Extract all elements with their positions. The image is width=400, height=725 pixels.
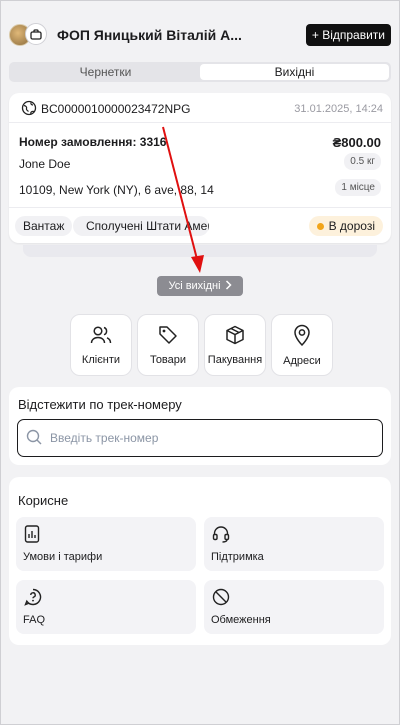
- stacked-card-shadow: [23, 245, 377, 257]
- track-panel: Відстежити по трек-номеру Введіть трек-н…: [9, 387, 391, 465]
- send-button[interactable]: + Відправити: [305, 24, 391, 46]
- country-chip: Сполучені Штати Америки: [73, 216, 209, 236]
- users-icon: [90, 325, 112, 348]
- shipment-card[interactable]: BC0000010000023472NPG 31.01.2025, 14:24 …: [9, 93, 391, 243]
- briefcase-icon[interactable]: [25, 23, 47, 45]
- all-outgoing-label: Усі вихідні: [168, 280, 221, 292]
- useful-item-label: Підтримка: [211, 551, 264, 563]
- shipment-amount: ₴800.00: [332, 135, 381, 150]
- top-header: ФОП Яницький Віталій А... + Відправити: [1, 1, 399, 63]
- places-badge: 1 місце: [335, 179, 381, 196]
- quick-action-label: Пакування: [207, 353, 263, 366]
- shipment-card-footer: Вантаж Сполучені Штати Америки В дорозі: [9, 207, 391, 243]
- quick-action-label: Товари: [149, 353, 187, 366]
- quick-action-packaging[interactable]: Пакування: [204, 314, 266, 376]
- quick-action-label: Адреси: [283, 354, 321, 367]
- useful-item-label: Умови і тарифи: [23, 551, 103, 563]
- tag-icon: [158, 325, 178, 348]
- status-badge: В дорозі: [308, 216, 383, 236]
- recipient-address: 10109, New York (NY), 6 ave, 88, 14: [19, 183, 214, 197]
- cargo-type-chip: Вантаж: [15, 216, 73, 236]
- tracking-number: BC0000010000023472NPG: [41, 102, 191, 116]
- chevron-right-icon: [225, 279, 232, 293]
- shipment-tabs: Чернетки Вихідні: [9, 62, 391, 82]
- track-search-placeholder: Введіть трек-номер: [50, 431, 159, 445]
- useful-item-restrictions[interactable]: Обмеження: [204, 580, 384, 634]
- useful-panel: Корисне Умови і тарифи Підтримка FAQ Обм…: [9, 477, 391, 645]
- quick-action-clients[interactable]: Клієнти: [70, 314, 132, 376]
- question-icon: [24, 588, 42, 609]
- tab-outgoing[interactable]: Вихідні: [200, 64, 389, 80]
- weight-badge: 0.5 кг: [344, 153, 381, 170]
- shipment-card-header: BC0000010000023472NPG 31.01.2025, 14:24: [9, 93, 391, 123]
- useful-item-label: Обмеження: [211, 614, 271, 626]
- map-pin-icon: [293, 324, 311, 349]
- headset-icon: [212, 525, 230, 546]
- box-icon: [225, 325, 245, 348]
- track-search-input[interactable]: Введіть трек-номер: [17, 419, 383, 457]
- tab-drafts[interactable]: Чернетки: [11, 64, 200, 80]
- quick-action-addresses[interactable]: Адреси: [271, 314, 333, 376]
- track-title: Відстежити по трек-номеру: [18, 397, 182, 412]
- recipient-name: Jone Doe: [19, 157, 71, 171]
- useful-item-label: FAQ: [23, 614, 46, 626]
- search-icon: [26, 429, 42, 448]
- document-chart-icon: [24, 525, 40, 546]
- country-name: Сполучені Штати Америки: [86, 219, 209, 233]
- status-dot-icon: [316, 222, 324, 230]
- useful-item-terms[interactable]: Умови і тарифи: [16, 517, 196, 571]
- order-number: Номер замовлення: 3316: [19, 135, 167, 149]
- quick-action-products[interactable]: Товари: [137, 314, 199, 376]
- useful-title: Корисне: [18, 493, 69, 508]
- shipment-datetime: 31.01.2025, 14:24: [294, 103, 383, 115]
- useful-item-faq[interactable]: FAQ: [16, 580, 196, 634]
- useful-item-support[interactable]: Підтримка: [204, 517, 384, 571]
- company-name[interactable]: ФОП Яницький Віталій А...: [57, 27, 257, 43]
- all-outgoing-button[interactable]: Усі вихідні: [157, 276, 243, 296]
- quick-action-label: Клієнти: [81, 353, 121, 366]
- status-text: В дорозі: [328, 219, 375, 233]
- globe-icon: [21, 100, 37, 119]
- prohibited-icon: [212, 588, 230, 609]
